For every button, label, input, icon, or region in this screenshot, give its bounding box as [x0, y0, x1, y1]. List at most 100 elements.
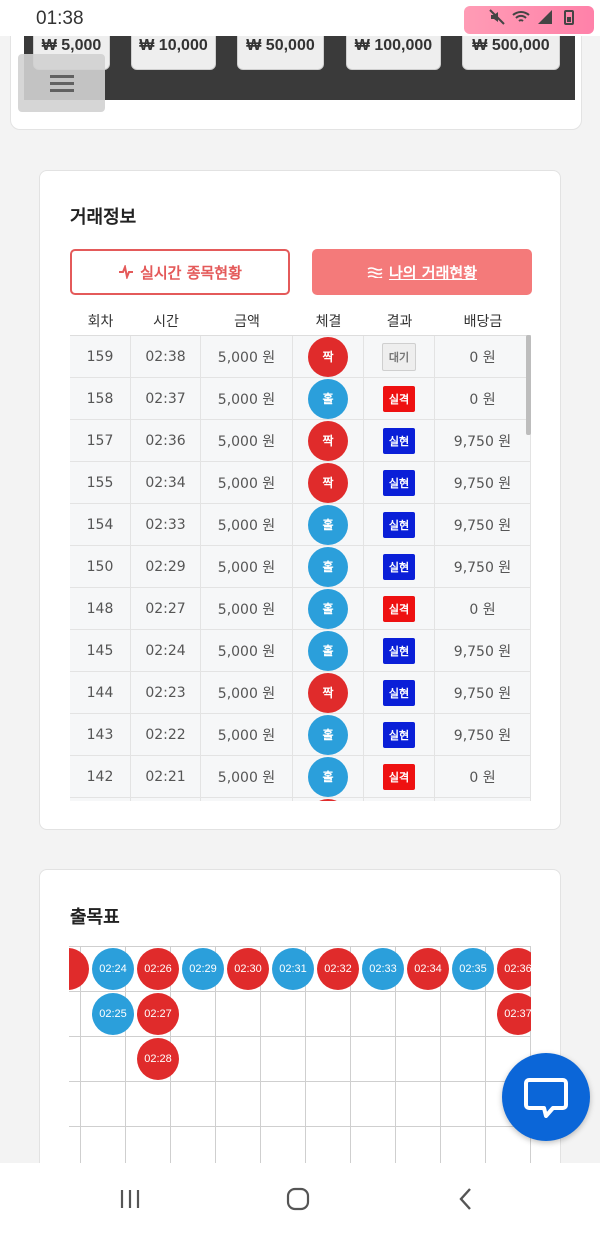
pick-cell: 홀 [293, 630, 364, 671]
pick-cell: 짝 [293, 672, 364, 713]
result-bead: 02:35 [452, 948, 494, 990]
chat-button[interactable] [502, 1053, 590, 1141]
table-row: 148 02:27 5,000 원 홀 실격 0 원 [70, 588, 531, 630]
my-trade-label: 나의 거래현황 [388, 263, 478, 282]
result-badge: 실현 [382, 679, 416, 706]
pick-bead: 짝 [308, 336, 348, 377]
payout-cell: 9,750 원 [435, 504, 531, 545]
result-bead: 02:26 [137, 948, 179, 990]
result-cell: 실격 [364, 756, 435, 797]
mute-icon [489, 9, 505, 25]
round-cell: 142 [70, 756, 131, 797]
table-row: 142 02:21 5,000 원 홀 실격 0 원 [70, 756, 531, 798]
pick-bead: 홀 [308, 378, 348, 419]
pick-cell: 홀 [293, 378, 364, 419]
amount-cell: 5,000 원 [201, 630, 293, 671]
result-badge: 실현 [382, 553, 416, 580]
time-cell: 02:33 [131, 504, 201, 545]
round-cell: 150 [70, 546, 131, 587]
round-cell: 148 [70, 588, 131, 629]
result-bead-grid[interactable]: 02:24 02:25 02:26 02:27 02:28 02:29 02:30 02:31… [69, 946, 531, 1164]
result-bead: 02:34 [407, 948, 449, 990]
payout-cell: 9,750 원 [435, 630, 531, 671]
result-cell: 실격 [364, 378, 435, 419]
result-bead: 02:36 [497, 948, 531, 990]
round-cell: 157 [70, 420, 131, 461]
trade-info-title: 거래정보 [70, 207, 137, 228]
home-button[interactable] [278, 1181, 318, 1217]
pick-bead: 홀 [308, 756, 348, 797]
result-badge: 실현 [382, 427, 416, 454]
table-row: 145 02:24 5,000 원 홀 실현 9,750 원 [70, 630, 531, 672]
wifi-icon [512, 11, 530, 22]
status-time: 01:38 [36, 8, 84, 29]
time-cell: 02:27 [131, 588, 201, 629]
result-cell: 실현 [364, 504, 435, 545]
result-badge: 대기 [381, 342, 417, 371]
result-cell: 실현 [364, 546, 435, 587]
result-cell: 실현 [364, 630, 435, 671]
my-trade-button[interactable]: 나의 거래현황 [312, 249, 532, 295]
payout-cell: 0 원 [435, 756, 531, 797]
result-badge: 실현 [382, 637, 416, 664]
time-cell: 02:37 [131, 378, 201, 419]
result-bead: 02:33 [362, 948, 404, 990]
amount-cell: 5,000 원 [201, 504, 293, 545]
table-scrollbar[interactable] [526, 335, 531, 435]
time-cell: 02:22 [131, 714, 201, 755]
table-row [70, 798, 531, 801]
result-badge: 실현 [382, 511, 416, 538]
result-bead: 02:29 [182, 948, 224, 990]
amount-cell: 5,000 원 [201, 756, 293, 797]
time-cell: 02:36 [131, 420, 201, 461]
payout-cell: 9,750 원 [435, 546, 531, 587]
result-cell: 실현 [364, 672, 435, 713]
pick-cell: 짝 [293, 420, 364, 461]
realtime-status-label: 실시간 종목현황 [140, 263, 242, 282]
result-cell: 실현 [364, 462, 435, 503]
trade-info-card: 거래정보 실시간 종목현황 나의 거래현황 회차 시간 금액 체결 결과 배당금… [39, 170, 561, 830]
pick-cell: 홀 [293, 714, 364, 755]
hamburger-icon [49, 71, 74, 96]
recent-apps-icon [120, 1190, 140, 1208]
pick-cell: 홀 [293, 756, 364, 797]
round-cell: 143 [70, 714, 131, 755]
status-bar: 01:38 [0, 0, 600, 36]
recent-apps-button[interactable] [110, 1181, 150, 1217]
signal-icon [538, 10, 552, 24]
table-row: 157 02:36 5,000 원 짝 실현 9,750 원 [70, 420, 531, 462]
pick-cell: 짝 [293, 462, 364, 503]
time-cell: 02:24 [131, 630, 201, 671]
trade-table-body[interactable]: 159 02:38 5,000 원 짝 대기 0 원 158 02:37 5,000 원 홀 실격 0… [70, 335, 531, 801]
result-badge: 실격 [382, 595, 416, 622]
round-cell: 155 [70, 462, 131, 503]
payout-cell: 0 원 [435, 336, 531, 377]
pick-bead: 홀 [308, 546, 348, 587]
pick-bead: 홀 [308, 588, 348, 629]
pick-cell: 홀 [293, 588, 364, 629]
amount-cell: 5,000 원 [201, 378, 293, 419]
result-bead [69, 948, 89, 990]
result-bead: 02:32 [317, 948, 359, 990]
result-bead: 02:30 [227, 948, 269, 990]
pick-bead [308, 798, 348, 801]
time-cell: 02:38 [131, 336, 201, 377]
battery-icon [564, 10, 574, 25]
back-button[interactable] [446, 1181, 486, 1217]
payout-cell: 9,750 원 [435, 672, 531, 713]
realtime-status-button[interactable]: 실시간 종목현황 [70, 249, 290, 295]
amount-cell: 5,000 원 [201, 672, 293, 713]
trade-table-header: 회차 시간 금액 체결 결과 배당금 [70, 311, 531, 337]
table-row: 158 02:37 5,000 원 홀 실격 0 원 [70, 378, 531, 420]
result-cell: 대기 [364, 336, 435, 377]
header-time: 시간 [153, 314, 179, 330]
pick-bead: 짝 [308, 672, 348, 713]
round-cell: 145 [70, 630, 131, 671]
result-bead: 02:31 [272, 948, 314, 990]
pick-bead: 짝 [308, 462, 348, 503]
result-bead: 02:27 [137, 993, 179, 1035]
time-cell: 02:23 [131, 672, 201, 713]
table-row: 143 02:22 5,000 원 홀 실현 9,750 원 [70, 714, 531, 756]
menu-button[interactable] [18, 54, 105, 112]
table-row: 150 02:29 5,000 원 홀 실현 9,750 원 [70, 546, 531, 588]
